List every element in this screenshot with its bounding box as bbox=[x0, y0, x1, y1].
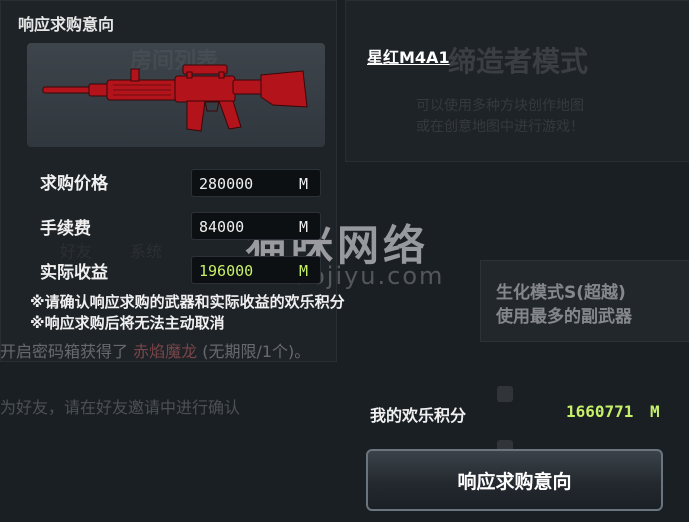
actual-income-unit: M bbox=[298, 262, 308, 280]
background-mode-desc-1: 可以使用多种方块创作地图 bbox=[416, 98, 584, 114]
my-points-label: 我的欢乐积分 bbox=[370, 406, 467, 425]
fee-label: 手续费 bbox=[40, 219, 91, 239]
background-bio-mode-1: 生化模式S(超越) bbox=[496, 283, 626, 303]
chat-suffix: (无期限/1个)。 bbox=[202, 342, 311, 361]
price-field: 280000 M bbox=[191, 169, 321, 197]
confirm-note: ※请确认响应求购的武器和实际收益的欢乐积分 bbox=[30, 293, 345, 311]
dialog-title: 响应求购意向 bbox=[18, 15, 115, 34]
my-points-value: 1660771 bbox=[566, 402, 634, 421]
fee-value: 84000 bbox=[199, 218, 245, 236]
price-value: 280000 bbox=[199, 175, 254, 193]
background-panel-bio bbox=[480, 260, 689, 342]
weapon-preview bbox=[27, 43, 325, 147]
my-points-unit: M bbox=[650, 402, 660, 421]
background-tab-system: 系统 bbox=[130, 242, 163, 261]
background-invite-line: 为好友，请在好友邀请中进行确认 bbox=[0, 398, 241, 417]
chat-item: 赤焰魔龙 bbox=[133, 342, 198, 361]
price-unit: M bbox=[298, 175, 308, 193]
fee-field: 84000 M bbox=[191, 212, 321, 240]
cancel-note: ※响应求购后将无法主动取消 bbox=[30, 314, 225, 332]
background-panel-mode bbox=[345, 0, 689, 162]
background-mode-desc-2: 或在创意地图中进行游戏！ bbox=[416, 119, 584, 135]
background-chat-line: 开启密码箱获得了 赤焰魔龙 (无期限/1个)。 bbox=[0, 338, 310, 362]
fee-unit: M bbox=[298, 218, 308, 236]
weapon-name-link[interactable]: 星红M4A1 bbox=[367, 44, 450, 68]
background-mode-title: 缔造者模式 bbox=[448, 45, 589, 78]
respond-buy-request-button[interactable]: 响应求购意向 bbox=[366, 449, 663, 511]
actual-income-value: 196000 bbox=[199, 262, 254, 280]
price-label: 求购价格 bbox=[40, 174, 108, 194]
actual-income-label: 实际收益 bbox=[40, 263, 108, 283]
actual-income-field: 196000 M bbox=[191, 256, 321, 284]
background-checkbox-1 bbox=[497, 386, 513, 402]
rifle-icon bbox=[42, 64, 308, 132]
background-bio-mode-2: 使用最多的副武器 bbox=[496, 307, 632, 327]
chat-prefix: 开启密码箱获得了 bbox=[0, 342, 129, 361]
